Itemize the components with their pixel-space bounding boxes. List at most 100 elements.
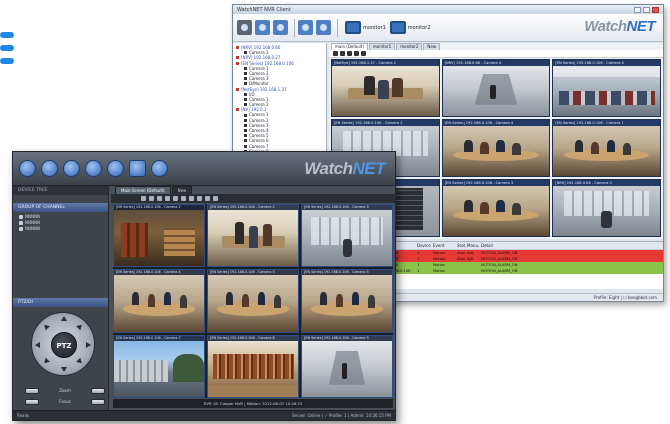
arrow-down-icon[interactable] xyxy=(61,367,67,372)
camera-tile[interactable]: [EN Series] 192.168.0.106 - Camera 8 xyxy=(207,334,299,398)
layout-icon[interactable] xyxy=(129,160,146,177)
layout-16-icon[interactable] xyxy=(165,196,170,201)
camera-caption: [EN Series] 192.168.0.106 - Camera 8 xyxy=(208,335,298,341)
camera-tile[interactable]: [NRV] 192.168.0.66 - Camera 4 xyxy=(441,59,551,117)
viewer-tab[interactable]: New xyxy=(423,43,441,50)
event-column-header[interactable]: Stat. xyxy=(455,242,466,250)
camera-tile[interactable]: [EN Series] 192.168.0.106 - Camera 3 xyxy=(301,204,393,268)
camera-caption: [EN Series] 192.168.0.106 - Camera 1 xyxy=(553,120,660,126)
camera-tile[interactable]: [EN Series] 192.168.0.106 - Camera 4 xyxy=(441,119,551,177)
snapshot-icon[interactable] xyxy=(181,196,186,201)
search-icon[interactable] xyxy=(41,160,58,177)
minimize-button[interactable] xyxy=(634,6,641,13)
group-of-channel-header[interactable]: GROUP OF CHANNEL xyxy=(13,203,108,212)
camera-caption: [EN Series] 192.168.0.106 - Camera 4 xyxy=(553,60,660,66)
camera-icon xyxy=(244,97,247,101)
ptz-joystick[interactable]: PTZ xyxy=(31,312,95,376)
ptz-panel-header: PTZ/DI xyxy=(13,298,108,307)
ptz-icon[interactable] xyxy=(85,160,102,177)
sequence-icon[interactable] xyxy=(173,196,178,201)
camera-tile[interactable]: [EN Series] 192.168.0.106 - Camera 7 xyxy=(113,334,205,398)
camera-tile[interactable]: [EN Series] 192.168.0.106 - Camera 3 xyxy=(441,179,551,237)
next-icon[interactable] xyxy=(213,196,218,201)
save-icon[interactable] xyxy=(298,20,313,35)
front-statusbar: Ready Server: Online | ✓ Profile: 1 | Ad… xyxy=(13,410,395,420)
arrow-right-icon[interactable] xyxy=(86,342,91,348)
viewer-tab[interactable]: monitor2 xyxy=(396,43,423,50)
monitor1-button[interactable]: monitor1 xyxy=(345,21,386,34)
grid-icon[interactable] xyxy=(347,51,352,56)
camera-tile[interactable]: [NRV] 192.168.0.66 - Camera 5 xyxy=(552,179,661,237)
record-icon[interactable] xyxy=(189,196,194,201)
camera-caption: [EN Series] 192.168.0.106 - Camera 4 xyxy=(114,270,204,276)
camera-tile[interactable]: [EN Series] 192.168.0.106 - Camera 9 xyxy=(301,334,393,398)
screen-tabs: Main Screen (Default) New xyxy=(111,186,395,194)
maximize-button[interactable] xyxy=(643,6,650,13)
back-window-titlebar[interactable]: WatchNET NVR Client xyxy=(233,5,663,14)
camera-caption: [EN Series] 192.168.0.106 - Camera 3 xyxy=(442,180,550,186)
arrow-left-icon[interactable] xyxy=(35,342,40,348)
ptz-icon[interactable] xyxy=(273,20,288,35)
watchnet-logo: WatchNET xyxy=(304,159,385,178)
settings-icon[interactable] xyxy=(19,160,36,177)
layout-icon[interactable] xyxy=(333,51,338,56)
layout-1-icon[interactable] xyxy=(141,196,146,201)
camera-feed-image xyxy=(208,335,298,397)
viewer-tab[interactable]: monitor1 xyxy=(369,43,396,50)
camera-tile[interactable]: [EN Series] 192.168.0.106 - Camera 6 xyxy=(301,269,393,333)
ptz-minus-button[interactable] xyxy=(25,398,39,405)
screen-tab[interactable]: New xyxy=(171,186,193,194)
arrow-down-right-icon[interactable] xyxy=(76,357,84,366)
event-column-header[interactable]: Event xyxy=(431,242,455,250)
camera-tile[interactable]: [EN Series] 192.168.0.106 - Camera 2 xyxy=(207,204,299,268)
play-icon[interactable] xyxy=(63,160,80,177)
ptz-plus-button[interactable] xyxy=(91,398,105,405)
event-column-header[interactable]: Detail xyxy=(479,242,663,250)
arrow-down-left-icon[interactable] xyxy=(42,357,50,366)
monitor2-button[interactable]: monitor2 xyxy=(389,21,431,34)
event-column-header[interactable]: Device xyxy=(415,242,431,250)
fullscreen-icon[interactable] xyxy=(197,196,202,201)
arrow-up-right-icon[interactable] xyxy=(76,322,84,331)
camera-icon[interactable] xyxy=(237,20,252,35)
camera-icon xyxy=(244,77,247,81)
camera-icon xyxy=(244,51,247,55)
front-toolbar: WatchNET xyxy=(13,152,395,186)
ptz-center-button[interactable]: PTZ xyxy=(51,332,77,358)
event-column-header[interactable]: Manu... xyxy=(465,242,482,250)
disk-icon[interactable] xyxy=(316,20,331,35)
camera-tile[interactable]: [EN Series] 192.168.0.106 - Camera 4 xyxy=(113,269,205,333)
camera-icon xyxy=(244,134,247,138)
screen-tab[interactable]: Main Screen (Default) xyxy=(115,186,171,194)
camera-icon xyxy=(244,92,247,96)
help-icon[interactable] xyxy=(151,160,168,177)
globe-icon[interactable] xyxy=(107,160,124,177)
prev-icon[interactable] xyxy=(205,196,210,201)
camera-tile[interactable]: [EN Series] 192.168.0.106 - Camera 5 xyxy=(207,269,299,333)
dvr-icon xyxy=(236,56,239,60)
camera-feed-image xyxy=(208,205,298,267)
ptz-control-row: Focus xyxy=(25,397,105,406)
search-icon[interactable] xyxy=(255,20,270,35)
layout-4-icon[interactable] xyxy=(149,196,154,201)
arrow-up-icon[interactable] xyxy=(61,316,67,321)
camera-caption: [EN Series] 192.168.0.106 - Camera 1 xyxy=(114,205,204,210)
grid-icon[interactable] xyxy=(354,51,359,56)
camera-tile[interactable]: [EN Series] 192.168.0.106 - Camera 4 xyxy=(552,59,661,117)
viewer-tab[interactable]: main (Default) xyxy=(331,43,369,50)
camera-tile[interactable]: [NetEye] 192.168.1.37 - Camera 1 xyxy=(331,59,440,117)
event-cell xyxy=(465,268,479,274)
camera-feed-image xyxy=(208,270,298,332)
viewer-tabs: main (Default) monitor1 monitor2 New xyxy=(329,43,663,50)
camera-caption: [EN Series] 192.168.0.106 - Camera 3 xyxy=(302,205,392,210)
close-button[interactable] xyxy=(652,6,659,13)
device-item[interactable]: NNNNN xyxy=(19,226,102,232)
camera-tile[interactable]: [EN Series] 192.168.0.106 - Camera 1 xyxy=(552,119,661,177)
ptz-minus-button[interactable] xyxy=(25,387,39,394)
fullscreen-icon[interactable] xyxy=(361,51,366,56)
arrow-up-left-icon[interactable] xyxy=(42,322,50,331)
layout-9-icon[interactable] xyxy=(157,196,162,201)
camera-tile[interactable]: [EN Series] 192.168.0.106 - Camera 1 xyxy=(113,204,205,268)
layout-icon[interactable] xyxy=(340,51,345,56)
ptz-plus-button[interactable] xyxy=(91,387,105,394)
